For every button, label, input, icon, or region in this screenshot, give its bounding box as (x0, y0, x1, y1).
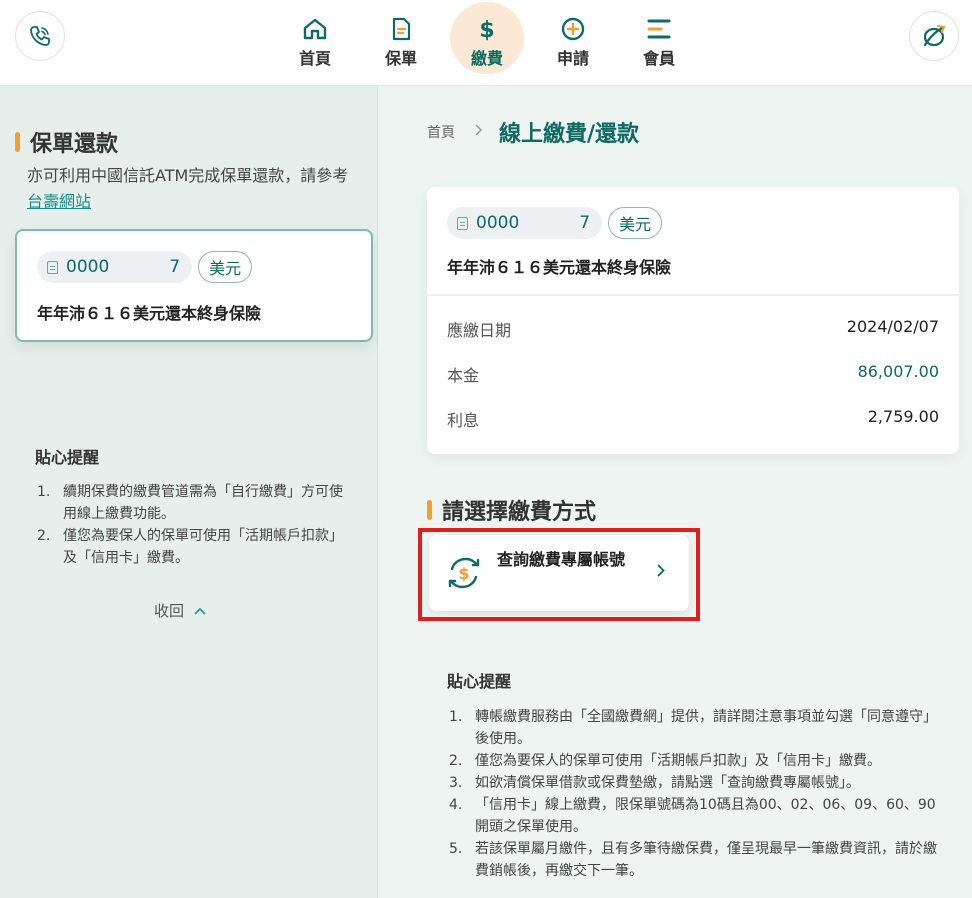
interest-value: 2,759.00 (867, 407, 939, 426)
query-dedicated-account-label: 查詢繳費專屬帳號 (497, 550, 626, 569)
nav-member-label: 會員 (642, 49, 675, 68)
taiwan-life-website-link[interactable]: 台壽網站 (27, 192, 91, 211)
policy-number-end: 7 (169, 257, 181, 277)
list-item: 1. 轉帳繳費服務由「全國繳費網」提供，請詳閱注意事項並勾選「同意遵守」後使用。 (449, 709, 937, 747)
principal-row: 本金 86,007.00 (447, 362, 939, 386)
policy-name: 年年沛６１６美元還本終身保險 (37, 304, 262, 323)
nav-home-label: 首頁 (298, 49, 331, 68)
repayment-desc-text: 亦可利用中國信託ATM完成保單還款，請參考 (27, 166, 349, 185)
nav-policy-label: 保單 (384, 49, 417, 68)
collapse-button[interactable]: 收回 (154, 600, 206, 621)
svg-text:$: $ (479, 18, 494, 42)
nav-payment[interactable]: $ 繳費 (444, 0, 530, 86)
chevron-up-icon (194, 604, 206, 618)
policy-number-pill: 0000 7 (37, 251, 193, 283)
repayment-description: 亦可利用中國信託ATM完成保單還款，請參考 台壽網站 (27, 163, 357, 215)
nav-payment-label: 繳費 (470, 49, 503, 68)
main-nav: 首頁 保單 $ 繳費 申請 會員 (272, 0, 702, 86)
plus-circle-icon (560, 17, 586, 41)
due-date-label: 應繳日期 (447, 321, 512, 340)
member-menu-icon (646, 17, 672, 41)
currency-badge: 美元 (608, 207, 663, 239)
interest-label: 利息 (447, 411, 480, 430)
principal-value: 86,007.00 (857, 362, 939, 381)
dollar-icon: $ (477, 17, 497, 42)
list-item: 5. 若該保單屬月繳件，且有多筆待繳保費，僅呈現最早一筆繳費資訊，請於繳費銷帳後，… (449, 841, 937, 879)
collapse-label: 收回 (154, 602, 185, 620)
top-header: 首頁 保單 $ 繳費 申請 會員 (0, 0, 972, 86)
payment-exchange-icon: $ (448, 557, 480, 589)
nav-policy[interactable]: 保單 (358, 0, 444, 86)
document-icon (47, 260, 58, 274)
home-icon (302, 17, 328, 41)
list-item: 1. 續期保費的繳費管道需為「自行繳費」方可使用線上繳費功能。 (37, 484, 343, 522)
policy-number-end: 7 (579, 213, 591, 233)
policy-number-start: 0000 (476, 213, 520, 233)
repayment-section-title: 保單還款 (15, 126, 118, 158)
currency-badge: 美元 (198, 251, 253, 283)
brand-logo-button[interactable] (909, 11, 959, 61)
right-panel: 首頁 線上繳費/還款 0000 7 美元 年年沛６１６美元還本終身保險 應繳日期… (379, 86, 972, 898)
phone-call-button[interactable] (15, 11, 65, 61)
breadcrumb: 首頁 線上繳費/還款 (427, 116, 639, 148)
title-accent-bar (15, 132, 20, 152)
list-item: 2. 僅您為要保人的保單可使用「活期帳戶扣款」及「信用卡」繳費。 (37, 528, 343, 566)
nav-home[interactable]: 首頁 (272, 0, 358, 86)
page-title: 線上繳費/還款 (499, 122, 640, 147)
nav-apply-label: 申請 (556, 49, 589, 68)
right-tips-title: 貼心提醒 (447, 672, 512, 691)
list-item: 2. 僅您為要保人的保單可使用「活期帳戶扣款」及「信用卡」繳費。 (449, 753, 881, 769)
principal-label: 本金 (447, 366, 480, 385)
list-item: 4. 「信用卡」線上繳費，限保單號碼為10碼且為00、02、06、09、60、90… (449, 797, 936, 835)
chevron-right-icon (657, 562, 665, 581)
chevron-right-icon (475, 124, 483, 140)
left-tips-title: 貼心提醒 (35, 448, 100, 467)
payment-detail-card: 0000 7 美元 年年沛６１６美元還本終身保險 應繳日期 2024/02/07… (427, 187, 959, 454)
policy-name: 年年沛６１６美元還本終身保險 (447, 258, 672, 277)
breadcrumb-home[interactable]: 首頁 (427, 122, 455, 142)
phone-icon (30, 26, 50, 46)
nav-apply[interactable]: 申請 (530, 0, 616, 86)
payment-method-title-text: 請選擇繳費方式 (442, 500, 597, 525)
interest-row: 利息 2,759.00 (447, 407, 939, 431)
policy-number-start: 0000 (66, 257, 110, 277)
policy-number-pill: 0000 7 (447, 207, 603, 239)
nav-member[interactable]: 會員 (616, 0, 702, 86)
brand-logo-icon (923, 25, 946, 47)
card-divider (427, 294, 959, 296)
payment-method-title: 請選擇繳費方式 (427, 494, 596, 526)
due-date-value: 2024/02/07 (846, 317, 939, 336)
right-tips-list: 1. 轉帳繳費服務由「全國繳費網」提供，請詳閱注意事項並勾選「同意遵守」後使用。 … (449, 706, 949, 882)
due-date-row: 應繳日期 2024/02/07 (447, 317, 939, 341)
left-tips-list: 1. 續期保費的繳費管道需為「自行繳費」方可使用線上繳費功能。 2. 僅您為要保人的… (37, 481, 347, 569)
document-icon (457, 216, 468, 230)
title-accent-bar (427, 500, 432, 520)
left-panel: 保單還款 亦可利用中國信託ATM完成保單還款，請參考 台壽網站 0000 7 美… (0, 86, 378, 898)
selected-policy-card[interactable]: 0000 7 美元 年年沛６１６美元還本終身保險 (15, 229, 373, 342)
list-item: 3. 如欲清償保單借款或保費墊繳，請點選「查詢繳費專屬帳號」。 (449, 775, 860, 791)
query-dedicated-account-button[interactable]: $ 查詢繳費專屬帳號 (429, 535, 689, 611)
svg-text:$: $ (458, 564, 469, 583)
policy-document-icon (390, 17, 412, 41)
repayment-title-text: 保單還款 (30, 132, 119, 157)
